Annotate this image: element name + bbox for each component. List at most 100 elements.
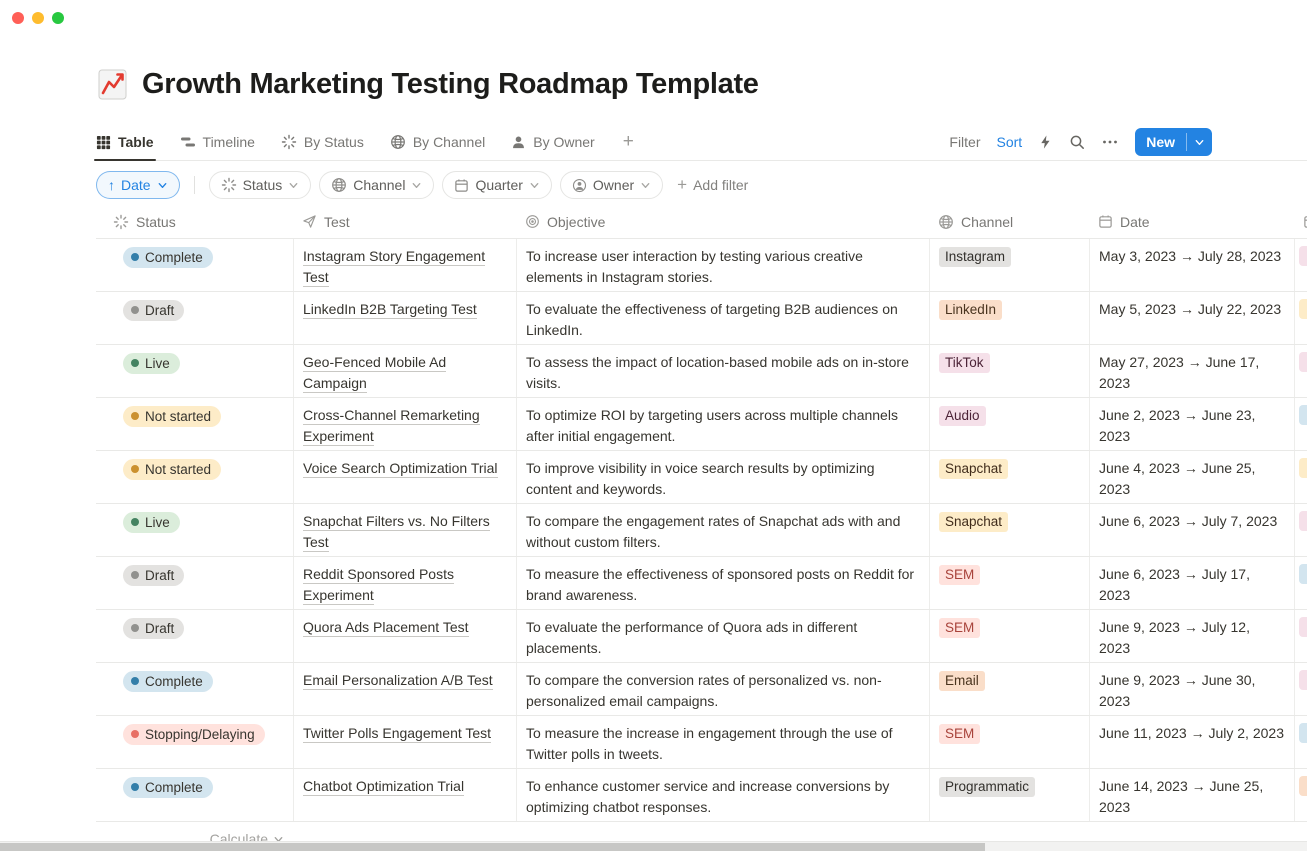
column-header-date[interactable]: Date <box>1090 205 1295 238</box>
cell-channel[interactable]: TikTok <box>930 345 1090 397</box>
test-page-link[interactable]: Snapchat Filters vs. No Filters Test <box>303 513 490 552</box>
cell-test[interactable]: Instagram Story Engagement Test <box>294 239 517 291</box>
test-page-link[interactable]: LinkedIn B2B Targeting Test <box>303 301 477 319</box>
cell-test[interactable]: Twitter Polls Engagement Test <box>294 716 517 768</box>
test-page-link[interactable]: Email Personalization A/B Test <box>303 672 493 690</box>
cell-channel[interactable]: SEM <box>930 557 1090 609</box>
tab-table[interactable]: Table <box>96 124 154 160</box>
page-title[interactable]: Growth Marketing Testing Roadmap Templat… <box>142 68 759 101</box>
filter-button[interactable]: Filter <box>949 134 980 150</box>
cell-date[interactable]: June 4, 2023 → June 25, 2023 <box>1090 451 1295 503</box>
add-filter-button[interactable]: + Add filter <box>677 175 748 195</box>
horizontal-scrollbar-thumb[interactable] <box>0 843 985 851</box>
cell-status[interactable]: Complete <box>96 239 294 291</box>
cell-objective[interactable]: To increase user interaction by testing … <box>517 239 930 291</box>
test-page-link[interactable]: Cross-Channel Remarketing Experiment <box>303 407 480 446</box>
filter-chip-label: Status <box>243 177 283 193</box>
cell-status[interactable]: Live <box>96 345 294 397</box>
tab-by-status[interactable]: By Status <box>281 124 364 160</box>
cell-date[interactable]: May 27, 2023 → June 17, 2023 <box>1090 345 1295 397</box>
cell-test[interactable]: Snapchat Filters vs. No Filters Test <box>294 504 517 556</box>
minimize-window-button[interactable] <box>32 12 44 24</box>
cell-channel[interactable]: Snapchat <box>930 504 1090 556</box>
tab-by-channel[interactable]: By Channel <box>390 124 485 160</box>
cell-objective[interactable]: To measure the increase in engagement th… <box>517 716 930 768</box>
cell-test[interactable]: Quora Ads Placement Test <box>294 610 517 662</box>
cell-test[interactable]: LinkedIn B2B Targeting Test <box>294 292 517 344</box>
new-button[interactable]: New <box>1135 128 1186 156</box>
cell-date[interactable]: June 6, 2023 → July 7, 2023 <box>1090 504 1295 556</box>
cell-status[interactable]: Draft <box>96 292 294 344</box>
cell-date[interactable]: June 9, 2023 → July 12, 2023 <box>1090 610 1295 662</box>
cell-test[interactable]: Geo-Fenced Mobile Ad Campaign <box>294 345 517 397</box>
status-label: Live <box>145 512 170 533</box>
cell-status[interactable]: Draft <box>96 557 294 609</box>
cell-status[interactable]: Not started <box>96 398 294 450</box>
column-header-objective[interactable]: Objective <box>517 205 930 238</box>
cell-status[interactable]: Complete <box>96 769 294 821</box>
cell-objective[interactable]: To evaluate the effectiveness of targeti… <box>517 292 930 344</box>
cell-date[interactable]: June 14, 2023 → June 25, 2023 <box>1090 769 1295 821</box>
cell-objective[interactable]: To assess the impact of location-based m… <box>517 345 930 397</box>
column-header-channel[interactable]: Channel <box>930 205 1090 238</box>
cell-date[interactable]: June 6, 2023 → July 17, 2023 <box>1090 557 1295 609</box>
test-page-link[interactable]: Voice Search Optimization Trial <box>303 460 498 478</box>
cell-status[interactable]: Complete <box>96 663 294 715</box>
close-window-button[interactable] <box>12 12 24 24</box>
sort-button[interactable]: Sort <box>997 134 1023 150</box>
column-header-status[interactable]: Status <box>96 205 294 238</box>
test-page-link[interactable]: Chatbot Optimization Trial <box>303 778 464 796</box>
cell-channel[interactable]: Snapchat <box>930 451 1090 503</box>
column-header-overflow[interactable] <box>1295 205 1307 238</box>
cell-channel[interactable]: SEM <box>930 716 1090 768</box>
column-header-test[interactable]: Test <box>294 205 517 238</box>
test-page-link[interactable]: Quora Ads Placement Test <box>303 619 469 637</box>
cell-test[interactable]: Email Personalization A/B Test <box>294 663 517 715</box>
status-label: Complete <box>145 777 203 798</box>
cell-status[interactable]: Stopping/Delaying <box>96 716 294 768</box>
cell-status[interactable]: Not started <box>96 451 294 503</box>
cell-objective[interactable]: To compare the engagement rates of Snapc… <box>517 504 930 556</box>
sort-chip-date[interactable]: ↑ Date <box>96 171 180 199</box>
cell-date[interactable]: May 5, 2023 → July 22, 2023 <box>1090 292 1295 344</box>
tab-by-owner[interactable]: By Owner <box>511 124 594 160</box>
cell-test[interactable]: Voice Search Optimization Trial <box>294 451 517 503</box>
cell-objective[interactable]: To enhance customer service and increase… <box>517 769 930 821</box>
filter-chip-channel[interactable]: Channel <box>319 171 434 199</box>
cell-channel[interactable]: Email <box>930 663 1090 715</box>
filter-chip-status[interactable]: Status <box>209 171 312 199</box>
search-icon[interactable] <box>1069 134 1085 150</box>
cell-channel[interactable]: Programmatic <box>930 769 1090 821</box>
more-icon[interactable] <box>1101 134 1119 150</box>
cell-test[interactable]: Cross-Channel Remarketing Experiment <box>294 398 517 450</box>
filter-chip-owner[interactable]: Owner <box>560 171 663 199</box>
cell-status[interactable]: Draft <box>96 610 294 662</box>
cell-channel[interactable]: Audio <box>930 398 1090 450</box>
cell-objective[interactable]: To improve visibility in voice search re… <box>517 451 930 503</box>
cell-objective[interactable]: To compare the conversion rates of perso… <box>517 663 930 715</box>
test-page-link[interactable]: Instagram Story Engagement Test <box>303 248 485 287</box>
tab-timeline[interactable]: Timeline <box>180 124 255 160</box>
test-page-link[interactable]: Twitter Polls Engagement Test <box>303 725 491 743</box>
cell-test[interactable]: Reddit Sponsored Posts Experiment <box>294 557 517 609</box>
filter-chip-quarter[interactable]: Quarter <box>442 171 551 199</box>
cell-date[interactable]: June 9, 2023 → June 30, 2023 <box>1090 663 1295 715</box>
cell-objective[interactable]: To optimize ROI by targeting users acros… <box>517 398 930 450</box>
test-page-link[interactable]: Geo-Fenced Mobile Ad Campaign <box>303 354 446 393</box>
cell-channel[interactable]: Instagram <box>930 239 1090 291</box>
add-view-button[interactable]: + <box>621 124 636 160</box>
cell-channel[interactable]: LinkedIn <box>930 292 1090 344</box>
test-page-link[interactable]: Reddit Sponsored Posts Experiment <box>303 566 454 605</box>
cell-date[interactable]: June 2, 2023 → June 23, 2023 <box>1090 398 1295 450</box>
lightning-icon[interactable] <box>1038 134 1053 150</box>
horizontal-scrollbar-track[interactable] <box>0 841 1307 851</box>
cell-date[interactable]: May 3, 2023 → July 28, 2023 <box>1090 239 1295 291</box>
cell-channel[interactable]: SEM <box>930 610 1090 662</box>
cell-objective[interactable]: To measure the effectiveness of sponsore… <box>517 557 930 609</box>
cell-test[interactable]: Chatbot Optimization Trial <box>294 769 517 821</box>
cell-objective[interactable]: To evaluate the performance of Quora ads… <box>517 610 930 662</box>
cell-date[interactable]: June 11, 2023 → July 2, 2023 <box>1090 716 1295 768</box>
zoom-window-button[interactable] <box>52 12 64 24</box>
cell-status[interactable]: Live <box>96 504 294 556</box>
new-dropdown-button[interactable] <box>1187 128 1212 156</box>
